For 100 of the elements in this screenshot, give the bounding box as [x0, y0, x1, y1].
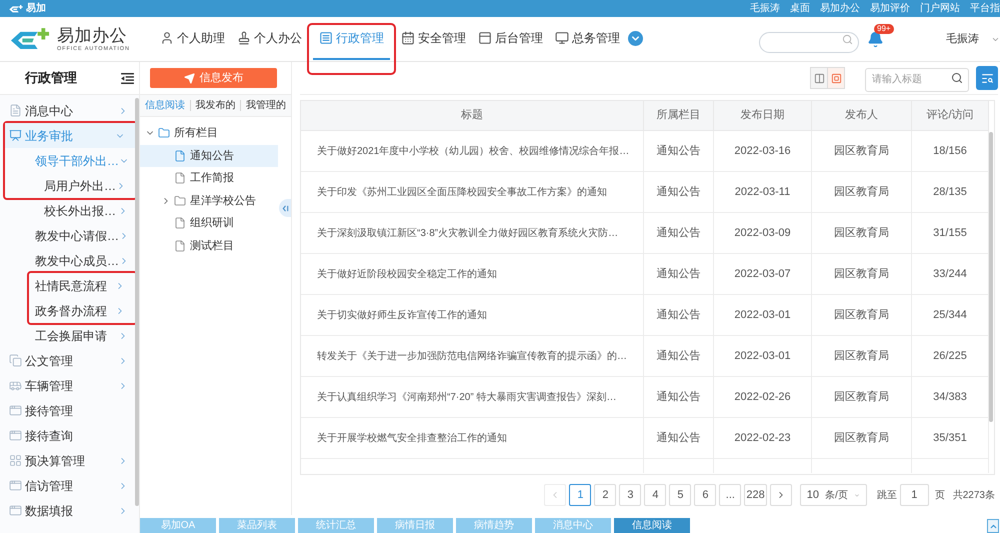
tree-item[interactable]: 星洋学校公告 [140, 190, 278, 212]
logo-icon [10, 28, 50, 51]
tree-item[interactable]: 通知公告 [140, 144, 278, 167]
search-field[interactable]: 请输入标题 [865, 68, 969, 92]
table-cell: 关于做好2021年度中小学校（幼儿园）校舍、校园维修情况综合年报… [301, 131, 644, 171]
sidebar-item[interactable]: 工会换届申请 [0, 323, 139, 348]
presentation-icon [9, 129, 22, 142]
file-icon [174, 240, 186, 252]
table-cell: 2022-03-11 [714, 172, 812, 212]
folder-icon [174, 194, 186, 207]
table-cell: 通知公告 [644, 336, 714, 376]
nav-tab[interactable]: 总务管理 [548, 17, 626, 60]
scroll-top-button[interactable] [987, 519, 999, 533]
column-header: 所属栏目 [644, 101, 714, 131]
nav-tab[interactable]: 个人助理 [154, 17, 231, 60]
file-icon [174, 217, 186, 230]
scrollbar-thumb[interactable] [989, 132, 993, 422]
window-icon [9, 429, 22, 442]
table-cell: 园区教育局 [812, 295, 912, 335]
sidebar-item[interactable]: 信访管理 [0, 473, 139, 498]
table-cell: 园区教育局 [812, 172, 912, 212]
bell-icon[interactable] [867, 31, 884, 48]
table-cell: 2022-02-23 [714, 418, 812, 458]
view-toggle-button[interactable] [827, 67, 845, 89]
sidebar-item[interactable]: 预决算管理 [0, 448, 139, 473]
window-icon [9, 504, 22, 517]
notification-badge: 99+ [874, 24, 894, 34]
page-button[interactable]: 4 [644, 484, 666, 506]
panel-icon [478, 30, 492, 44]
page-button[interactable]: 5 [669, 484, 692, 506]
user-name[interactable]: 毛振涛 [946, 31, 979, 48]
table-cell: 园区教育局 [812, 377, 912, 417]
logo-title: 易加办公 [57, 26, 128, 46]
sidebar-item[interactable]: 教发中心请假… [0, 223, 139, 248]
paper-plane-icon [184, 72, 194, 84]
advanced-search-button[interactable] [976, 66, 998, 90]
table-cell: 通知公告 [644, 254, 714, 294]
table-cell: 通知公告 [644, 213, 714, 253]
sidebar-item[interactable]: 消息中心 [0, 98, 139, 123]
search-field[interactable] [759, 32, 859, 52]
table-cell: 关于切实做好师生反诈宣传工作的通知 [301, 295, 644, 335]
collapse-handle[interactable] [279, 199, 291, 217]
table-cell: 园区教育局 [812, 131, 912, 171]
table-cell: 园区教育局 [812, 213, 912, 253]
file-icon [174, 150, 186, 162]
table-cell: 关于印发《苏州工业园区全面压降校园安全事故工作方案》的通知 [301, 172, 644, 212]
page-button[interactable]: 3 [619, 484, 642, 506]
table-cell: 园区教育局 [812, 336, 912, 376]
table-cell: 2022-03-01 [714, 295, 812, 335]
page-button[interactable]: 2 [594, 484, 616, 506]
sidebar-item[interactable]: 校长外出报… [0, 198, 139, 223]
chevron-down-icon[interactable] [991, 35, 1000, 44]
table-cell: 园区教育局 [812, 418, 912, 458]
search-icon [951, 72, 963, 84]
tree-item[interactable]: 工作简报 [140, 167, 278, 190]
column-header: 标题 [301, 101, 644, 131]
page-button[interactable]: ... [719, 484, 742, 506]
tree-item[interactable]: 组织研训 [140, 212, 278, 234]
search-icon [842, 34, 853, 45]
table-cell: 2022-03-01 [714, 336, 812, 376]
folder-icon [158, 127, 170, 140]
sidebar-item[interactable]: 接待管理 [0, 398, 139, 423]
nav-tab[interactable]: 安全管理 [394, 17, 472, 60]
table-cell: 通知公告 [644, 418, 714, 458]
scrollbar-thumb[interactable] [135, 98, 139, 506]
sidebar-item[interactable]: 车辆管理 [0, 373, 139, 398]
document-icon [9, 104, 22, 117]
sidebar-item[interactable]: 数据填报 [0, 498, 139, 523]
sidebar-item[interactable]: 政务督办流程 [29, 298, 136, 323]
sidebar-item[interactable]: 局用户外出… [5, 173, 136, 198]
text-search-icon [980, 72, 994, 84]
nav-tab[interactable]: 后台管理 [472, 17, 549, 60]
panel-tab[interactable]: 我管理的 [241, 94, 292, 116]
sidebar-item[interactable]: 接待查询 [0, 423, 139, 448]
tree-item[interactable]: 测试栏目 [140, 234, 278, 257]
page-input[interactable]: 1 [900, 484, 929, 506]
total-count: 共2273条 [952, 488, 995, 502]
nav-tab[interactable]: 个人办公 [230, 17, 308, 60]
table-cell: 关于开展学校燃气安全排查整治工作的通知 [301, 418, 644, 458]
menu-fold-icon[interactable] [121, 72, 134, 84]
table-cell: 通知公告 [644, 131, 714, 171]
view-toggle-button[interactable] [810, 67, 828, 89]
more-menu-button[interactable] [628, 31, 643, 46]
logo-icon [9, 4, 23, 12]
page-button[interactable]: 228 [744, 484, 767, 506]
table-cell: 关于深刻汲取镇江新区“3·8”火灾教训全力做好园区教育系统火灾防… [301, 213, 644, 253]
copy-icon [9, 354, 22, 367]
page-size-select[interactable]: 10 条/页 [800, 484, 867, 506]
sidebar-item[interactable]: 教发中心成员… [0, 248, 139, 273]
table-cell: 通知公告 [644, 172, 714, 212]
table-cell: 2022-03-07 [714, 254, 812, 294]
sidebar-item[interactable]: 社情民意流程 [29, 273, 136, 298]
column-header: 发布日期 [714, 101, 812, 131]
tree-item[interactable]: 所有栏目 [140, 122, 278, 144]
file-icon [174, 172, 186, 184]
table-cell: 转发关于《关于进一步加强防范电信网络诈骗宣传教育的提示函》的… [301, 336, 644, 376]
grid-icon [9, 454, 22, 467]
page-button[interactable]: 6 [694, 484, 716, 506]
sidebar-item[interactable]: 公文管理 [0, 348, 139, 373]
panel-tab[interactable]: 我发布的 [190, 94, 240, 116]
